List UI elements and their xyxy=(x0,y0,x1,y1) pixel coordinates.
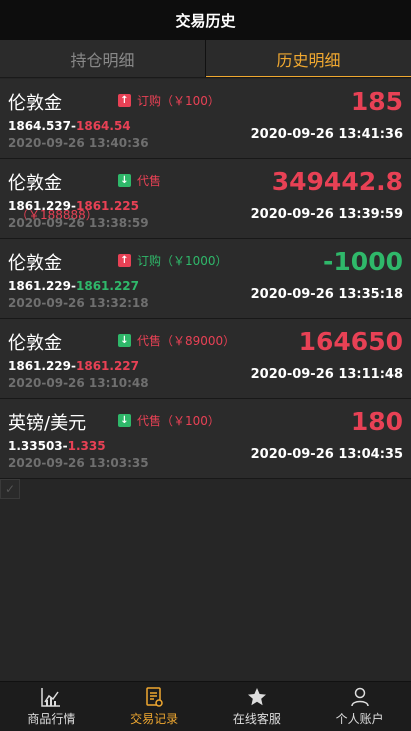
nav-account[interactable]: 个人账户 xyxy=(308,682,411,731)
nav-label: 商品行情 xyxy=(27,712,76,726)
tab-positions[interactable]: 持仓明细 xyxy=(0,40,205,77)
history-list: 伦敦金 ↑ 订购（￥100） 1864.537-1864.54 2020-09-… xyxy=(0,79,411,479)
price-range: 1.33503-1.335 xyxy=(8,439,106,453)
nav-support[interactable]: 在线客服 xyxy=(206,682,309,731)
arrow-up-icon: ↑ xyxy=(118,254,131,267)
nav-market[interactable]: 商品行情 xyxy=(0,682,103,731)
direction: ↑ 订购（￥100） xyxy=(118,92,220,109)
direction-label: 代售（￥89000） xyxy=(137,334,236,348)
open-time: 2020-09-26 13:03:35 xyxy=(8,456,149,470)
direction-label: 订购（￥1000） xyxy=(137,254,228,268)
list-item[interactable]: 英镑/美元 ↓ 代售（￥100） 1.33503-1.335 2020-09-2… xyxy=(0,399,411,479)
chart-icon xyxy=(41,688,61,707)
list-item[interactable]: 伦敦金 ↓ 代售（￥89000） 1861.229-1861.227 2020-… xyxy=(0,319,411,399)
close-price: 1.335 xyxy=(67,439,106,453)
bottom-nav: 商品行情 交易记录 在线客服 个人账户 xyxy=(0,681,411,731)
star-icon xyxy=(247,688,266,706)
nav-label: 交易记录 xyxy=(130,712,179,726)
profit-amount: 180 xyxy=(350,407,403,436)
profit-amount: 349442.8 xyxy=(271,167,403,196)
open-price: 1861.229- xyxy=(8,279,76,293)
list-item[interactable]: 伦敦金 ↑ 订购（￥1000） 1861.229-1861.227 2020-0… xyxy=(0,239,411,319)
direction-label: 代售（￥100） xyxy=(137,414,220,428)
tab-bar: 持仓明细 历史明细 xyxy=(0,40,411,78)
page-title: 交易历史 xyxy=(175,11,236,30)
arrow-up-icon: ↑ xyxy=(118,94,131,107)
price-range: 1861.229-1861.227 xyxy=(8,279,139,293)
close-time: 2020-09-26 13:39:59 xyxy=(250,207,403,222)
open-time: 2020-09-26 13:32:18 xyxy=(8,296,149,310)
open-price: 1864.537- xyxy=(8,119,76,133)
product-name: 伦敦金 xyxy=(8,333,62,354)
user-icon xyxy=(350,687,369,707)
close-price: 1861.227 xyxy=(76,359,140,373)
close-price: 1864.54 xyxy=(76,119,131,133)
product-name: 伦敦金 xyxy=(8,173,62,194)
nav-trades[interactable]: 交易记录 xyxy=(103,682,206,731)
tab-history[interactable]: 历史明细 xyxy=(205,40,411,77)
product-name: 伦敦金 xyxy=(8,253,62,274)
direction-label: 订购（￥100） xyxy=(137,94,220,108)
direction-label: 代售 xyxy=(137,174,162,188)
close-time: 2020-09-26 13:35:18 xyxy=(250,287,403,302)
price-range: 1864.537-1864.54 xyxy=(8,119,131,133)
close-time: 2020-09-26 13:41:36 xyxy=(250,127,403,142)
arrow-down-icon: ↓ xyxy=(118,414,131,427)
document-icon xyxy=(146,687,163,707)
open-price: 1.33503- xyxy=(8,439,68,453)
list-item[interactable]: 伦敦金 ↑ 订购（￥100） 1864.537-1864.54 2020-09-… xyxy=(0,79,411,159)
open-price: 1861.229- xyxy=(8,359,76,373)
nav-label: 在线客服 xyxy=(232,712,281,726)
profit-amount: -1000 xyxy=(323,247,403,276)
open-time: 2020-09-26 13:40:36 xyxy=(8,136,149,150)
arrow-down-icon: ↓ xyxy=(118,334,131,347)
top-bar: 交易历史 xyxy=(0,0,411,40)
direction: ↓ 代售 xyxy=(118,172,161,189)
product-name: 伦敦金 xyxy=(8,93,62,114)
profit-amount: 164650 xyxy=(298,327,403,356)
nav-label: 个人账户 xyxy=(335,712,384,726)
close-price: 1861.227 xyxy=(76,279,140,293)
select-checkbox[interactable]: ✓ xyxy=(0,479,20,499)
direction: ↓ 代售（￥100） xyxy=(118,412,220,429)
open-time: 2020-09-26 13:10:48 xyxy=(8,376,149,390)
profit-amount: 185 xyxy=(350,87,403,116)
direction: ↓ 代售（￥89000） xyxy=(118,332,235,349)
close-time: 2020-09-26 13:11:48 xyxy=(250,367,403,382)
arrow-down-icon: ↓ xyxy=(118,174,131,187)
direction: ↑ 订购（￥1000） xyxy=(118,252,228,269)
close-time: 2020-09-26 13:04:35 xyxy=(250,447,403,462)
price-range: 1861.229-1861.227 xyxy=(8,359,139,373)
list-item[interactable]: 伦敦金 ↓ 代售 1861.229-1861.225 （￥188888） 202… xyxy=(0,159,411,239)
product-name: 英镑/美元 xyxy=(8,413,87,434)
open-time: 2020-09-26 13:38:59 xyxy=(8,216,149,230)
